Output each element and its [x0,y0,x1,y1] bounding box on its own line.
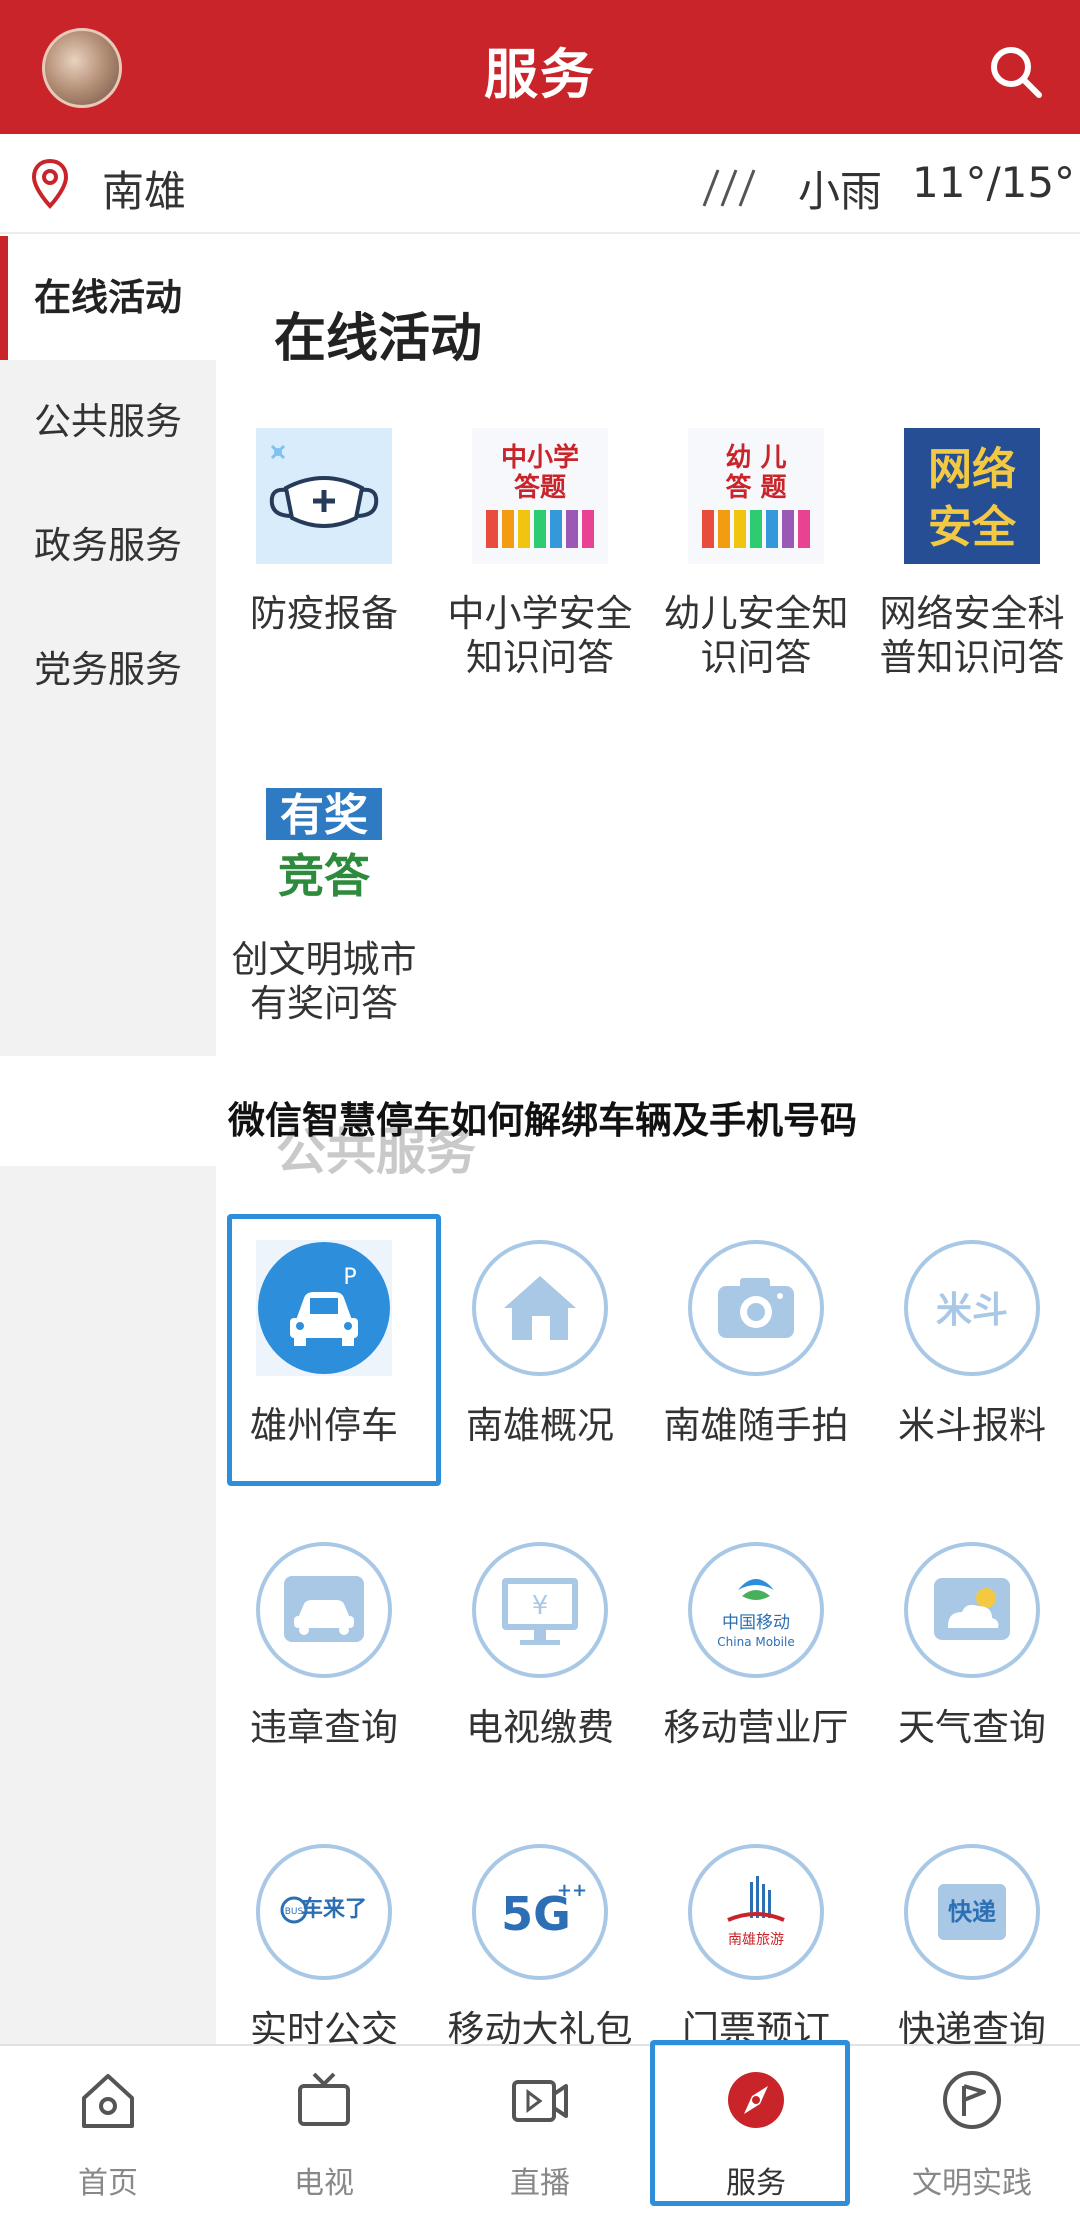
grid-item-epidemic-report[interactable]: 防疫报备 [216,428,432,636]
app-header: 服务 [0,0,1080,134]
search-icon[interactable] [984,40,1046,102]
sidebar-item-public-services[interactable]: 公共服务 [0,360,216,484]
grid-item-violation-query[interactable]: 违章查询 [216,1542,432,1750]
svg-text:竞答: 竞答 [278,849,371,903]
express-icon: 快递 [904,1844,1040,1980]
grid-item-school-safety-quiz[interactable]: 中小学 答题 中小学安全 知识问答 [432,428,648,680]
grid-item-label: 防疫报备 [250,592,398,635]
nav-label: 直播 [510,2166,570,2201]
svg-text:车来了: 车来了 [301,1896,367,1922]
location-city[interactable]: 南雄 [102,158,186,219]
grid-item-mobile-gift[interactable]: 5G ++ 移动大礼包 [432,1844,648,2052]
grid-item-label: 米斗报料 [898,1404,1046,1447]
prize-quiz-icon: 有奖 竞答 [256,774,392,910]
svg-text:有奖: 有奖 [280,790,368,841]
page-title: 服务 [484,43,596,106]
nav-label: 文明实践 [912,2166,1032,2201]
grid-item-label: 南雄概况 [466,1404,614,1447]
grid-item-label: 天气查询 [898,1706,1046,1749]
rain-icon [702,169,756,207]
grid-item-label-line2: 有奖问答 [250,982,398,1025]
category-sidebar: 在线活动 公共服务 政务服务 党务服务 [0,236,216,2044]
grid-item-label-line2: 识问答 [700,636,812,679]
flag-circle-icon [943,2071,1001,2129]
svg-text:答 题: 答 题 [725,472,786,503]
nav-highlight-box [650,2040,850,2206]
nav-label: 电视 [294,2166,354,2201]
midou-icon: 米斗 [904,1240,1040,1376]
house-icon [472,1240,608,1376]
grid-item-tv-payment[interactable]: ¥ 电视缴费 [432,1542,648,1750]
grid-item-label: 网络安全科 [879,592,1065,635]
grid-item-parking[interactable]: P 雄州停车 [216,1240,432,1448]
grid-item-express-query[interactable]: 快递 快递查询 [864,1844,1080,2052]
overlay-article-title: 微信智慧停车如何解绑车辆及手机号码 [228,1099,857,1142]
camera-icon [688,1240,824,1376]
location-bar: 南雄 小雨 11°/15° [0,134,1080,234]
grid-item-label: 中小学安全 [447,592,633,635]
nav-civilization-practice[interactable]: 文明实践 [864,2046,1080,2230]
grid-item-ticket-booking[interactable]: 南雄旅游 门票预订 [648,1844,864,2052]
5g-icon: 5G ++ [472,1844,608,1980]
grid-item-label: 移动营业厅 [663,1706,849,1749]
grid-item-label-line2: 知识问答 [466,636,614,679]
location-pin-icon[interactable] [30,158,70,210]
tv-pay-icon: ¥ [472,1542,608,1678]
car-icon [256,1542,392,1678]
svg-text:幼 儿: 幼 儿 [725,443,786,473]
grid-item-midou-report[interactable]: 米斗 米斗报料 [864,1240,1080,1448]
svg-text:南雄旅游: 南雄旅游 [728,1932,784,1948]
sidebar-item-government-services[interactable]: 政务服务 [0,484,216,608]
svg-text:安全: 安全 [928,502,1017,553]
nav-label: 首页 [78,2166,138,2201]
ticket-icon: 南雄旅游 [688,1844,824,1980]
sidebar-gap [0,1056,216,1166]
grid-item-label: 创文明城市 [231,938,417,981]
network-security-icon: 网络 安全 [904,428,1040,564]
grid-item-snapshot[interactable]: 南雄随手拍 [648,1240,864,1448]
grid-item-label: 幼儿安全知 [663,592,849,635]
svg-text:¥: ¥ [532,1591,549,1621]
grid-item-label: 违章查询 [250,1706,398,1749]
grid-item-network-safety-quiz[interactable]: 网络 安全 网络安全科 普知识问答 [864,428,1080,680]
sidebar-item-online-activities[interactable]: 在线活动 [0,236,216,360]
svg-text:快递: 快递 [948,1898,996,1926]
grid-item-label: 南雄随手拍 [663,1404,849,1447]
grid-item-realtime-bus[interactable]: BUS 车来了 实时公交 [216,1844,432,2052]
nav-tv[interactable]: 电视 [216,2046,432,2230]
grid-item-label-line2: 普知识问答 [879,636,1065,679]
pencils-quiz-icon: 幼 儿 答 题 [688,428,824,564]
home-icon [82,2074,134,2128]
section-title-online: 在线活动 [274,309,483,369]
grid-item-nanxiong-overview[interactable]: 南雄概况 [432,1240,648,1448]
grid-item-weather-query[interactable]: 天气查询 [864,1542,1080,1750]
weather-text: 小雨 [798,167,883,216]
grid-item-label: 雄州停车 [250,1404,398,1447]
grid-item-child-safety-quiz[interactable]: 幼 儿 答 题 幼儿安全知 识问答 [648,428,864,680]
svg-text:China Mobile: China Mobile [717,1635,794,1649]
grid-item-civilized-city-quiz[interactable]: 有奖 竞答 创文明城市 有奖问答 [216,774,432,1026]
grid-item-mobile-hall[interactable]: 中国移动 China Mobile 移动营业厅 [648,1542,864,1750]
china-mobile-icon: 中国移动 China Mobile [688,1542,824,1678]
weather-icon [904,1542,1040,1678]
bus-icon: BUS 车来了 [256,1844,392,1980]
svg-text:米斗: 米斗 [936,1290,1008,1331]
svg-text:答题: 答题 [514,472,566,503]
tv-icon [298,2072,350,2126]
svg-text:P: P [343,1265,356,1290]
mask-icon [256,428,392,564]
svg-text:网络: 网络 [928,444,1016,495]
svg-text:中小学: 中小学 [501,442,579,473]
nav-home[interactable]: 首页 [0,2046,216,2230]
live-video-icon [512,2080,568,2122]
bottom-nav: 首页 电视 直播 服务 文明实践 [0,2044,1080,2230]
parking-car-icon: P [256,1240,392,1376]
nav-live[interactable]: 直播 [432,2046,648,2230]
sidebar-item-party-services[interactable]: 党务服务 [0,608,216,732]
pencils-quiz-icon: 中小学 答题 [472,428,608,564]
temperature-text: 11°/15° [912,158,1076,207]
svg-text:++: ++ [557,1880,587,1901]
svg-text:中国移动: 中国移动 [722,1613,790,1633]
grid-item-label: 电视缴费 [466,1706,614,1749]
